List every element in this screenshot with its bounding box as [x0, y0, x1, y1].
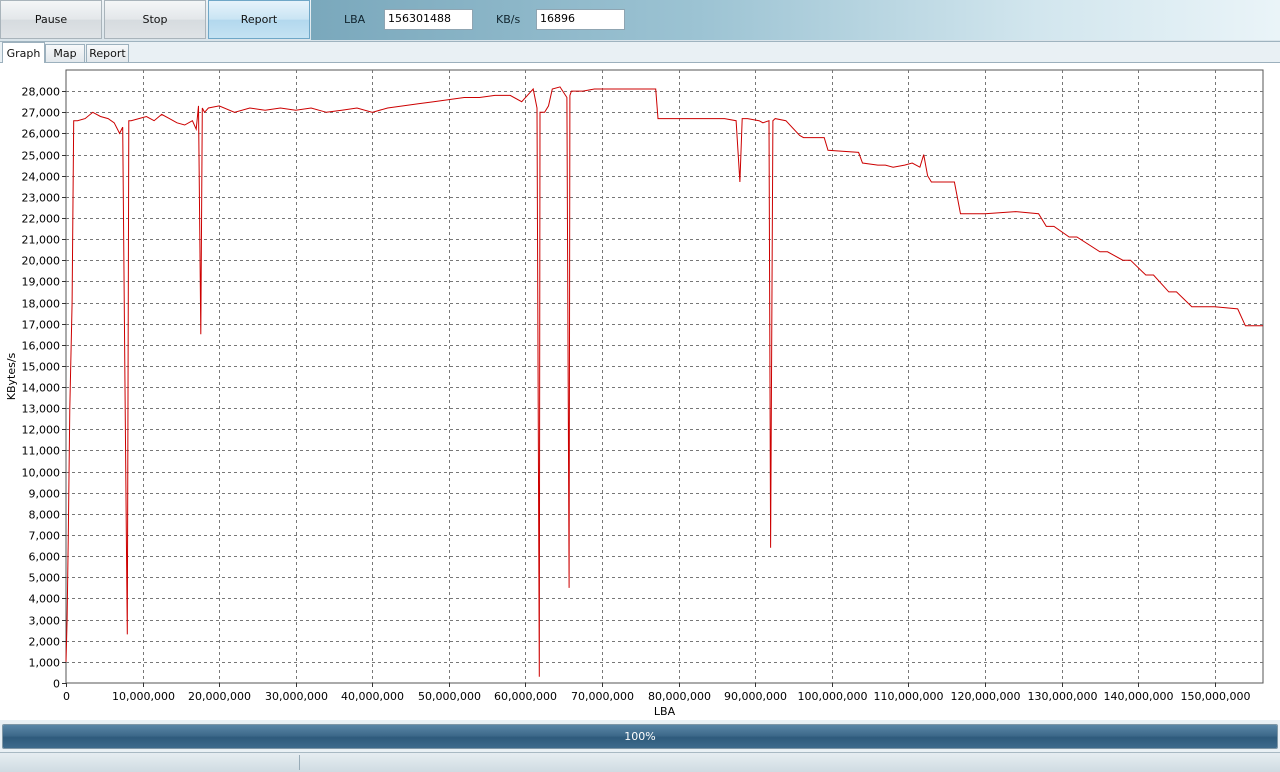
- x-tick-label: 120,000,000: [951, 690, 1021, 703]
- x-axis-label: LBA: [654, 705, 676, 718]
- y-tick-label: 18,000: [22, 298, 61, 311]
- report-button[interactable]: Report: [208, 0, 310, 39]
- tab-map[interactable]: Map: [45, 44, 85, 62]
- y-tick-label: 13,000: [22, 403, 61, 416]
- y-tick-label: 14,000: [22, 382, 61, 395]
- graph-panel: 0 1,000 2,000 3,000 4,000 5,000 6,000 7,000 8,00…: [0, 62, 1280, 720]
- progress-text: 100%: [624, 730, 656, 743]
- status-panel: LBA 156301488 KB/s 16896: [311, 0, 1280, 40]
- x-tick-label: 100,000,000: [798, 690, 868, 703]
- x-tick-label: 20,000,000: [188, 690, 251, 703]
- x-tick-label: 30,000,000: [265, 690, 328, 703]
- lba-field[interactable]: 156301488: [384, 9, 473, 30]
- y-tick-label: 1,000: [29, 657, 61, 670]
- y-tick-label: 6,000: [29, 551, 61, 564]
- stop-button[interactable]: Stop: [104, 0, 206, 39]
- plot-frame: [65, 69, 1264, 684]
- y-tick-label: 26,000: [22, 128, 61, 141]
- x-tick-label: 140,000,000: [1104, 690, 1174, 703]
- y-tick-label: 19,000: [22, 276, 61, 289]
- y-tick-label: 15,000: [22, 361, 61, 374]
- tab-report[interactable]: Report: [86, 44, 129, 62]
- x-tick-label: 60,000,000: [494, 690, 557, 703]
- y-tick-label: 10,000: [22, 467, 61, 480]
- x-tick-label: 130,000,000: [1028, 690, 1098, 703]
- x-tick-label: 10,000,000: [112, 690, 175, 703]
- y-tick-label: 22,000: [22, 213, 61, 226]
- lba-label: LBA: [344, 13, 366, 26]
- y-tick-label: 2,000: [29, 636, 61, 649]
- y-tick-label: 23,000: [22, 192, 61, 205]
- y-tick-label: 5,000: [29, 572, 61, 585]
- y-tick-label: 9,000: [29, 488, 61, 501]
- kbs-label: KB/s: [496, 13, 521, 26]
- status-bar: [0, 752, 1280, 772]
- y-tick-label: 28,000: [22, 86, 61, 99]
- toolbar: Pause Stop Report LBA 156301488 KB/s 168…: [0, 0, 1280, 42]
- y-tick-label: 0: [53, 678, 60, 691]
- x-tick-label: 110,000,000: [874, 690, 944, 703]
- tab-strip: Graph Map Report: [0, 42, 1280, 63]
- pause-button[interactable]: Pause: [0, 0, 102, 39]
- speed-chart: 0 1,000 2,000 3,000 4,000 5,000 6,000 7,000 8,00…: [5, 69, 1264, 718]
- y-tick-label: 12,000: [22, 424, 61, 437]
- status-separator: [299, 755, 300, 770]
- y-tick-label: 24,000: [22, 171, 61, 184]
- x-tick-label: 150,000,000: [1181, 690, 1251, 703]
- y-tick-label: 16,000: [22, 340, 61, 353]
- y-tick-label: 27,000: [22, 107, 61, 120]
- y-tick-label: 25,000: [22, 150, 61, 163]
- x-tick-label: 40,000,000: [341, 690, 404, 703]
- y-tick-label: 21,000: [22, 234, 61, 247]
- y-tick-label: 7,000: [29, 530, 61, 543]
- x-tick-label: 70,000,000: [571, 690, 634, 703]
- y-tick-label: 8,000: [29, 509, 61, 522]
- y-tick-label: 4,000: [29, 593, 61, 606]
- x-tick-label: 0: [63, 690, 70, 703]
- kbs-field[interactable]: 16896: [536, 9, 625, 30]
- y-tick-label: 17,000: [22, 319, 61, 332]
- y-axis-label: KBytes/s: [5, 352, 18, 400]
- y-tick-label: 3,000: [29, 615, 61, 628]
- x-tick-label: 80,000,000: [648, 690, 711, 703]
- tab-graph[interactable]: Graph: [2, 42, 45, 63]
- x-tick-label: 90,000,000: [724, 690, 787, 703]
- progress-bar: 100%: [2, 724, 1278, 749]
- x-tick-label: 50,000,000: [418, 690, 481, 703]
- y-tick-label: 11,000: [22, 445, 61, 458]
- y-tick-label: 20,000: [22, 255, 61, 268]
